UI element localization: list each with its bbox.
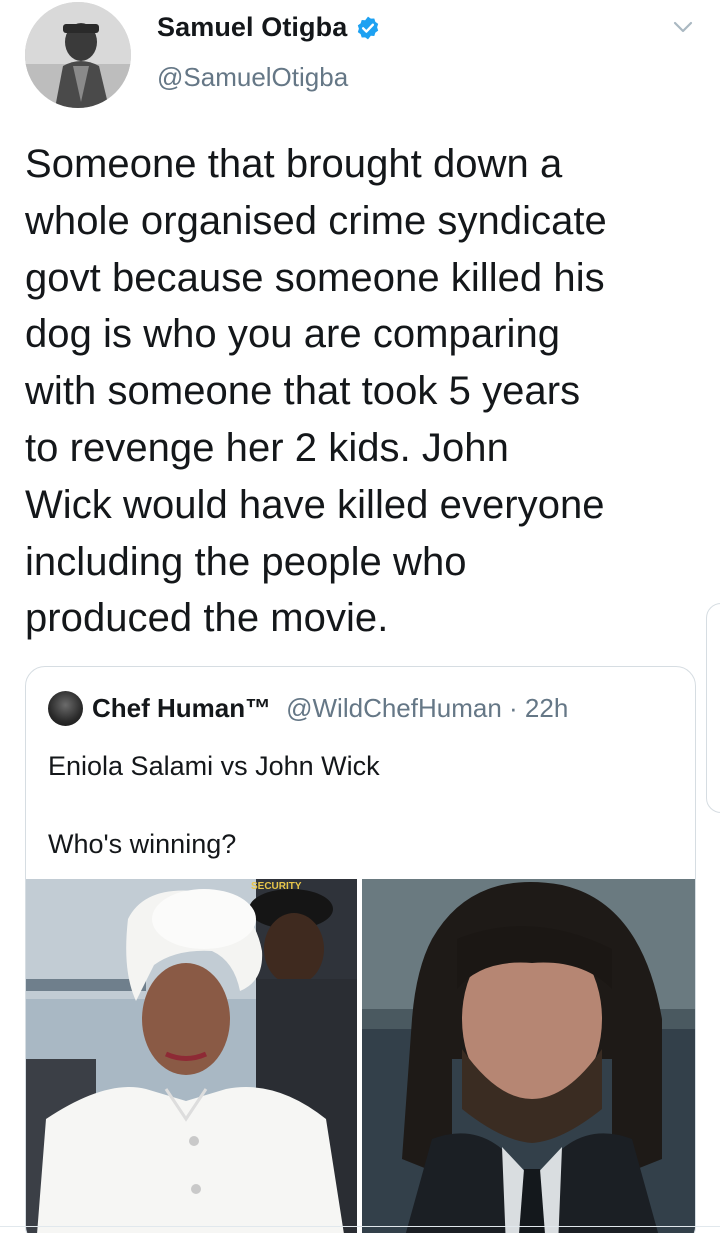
security-cap-text: SECURITY [251,881,302,892]
quoted-tweet-header: Chef Human™ @WildChefHuman · 22h [48,691,568,726]
tweet-screen: Samuel Otigba @SamuelOtigba Someone that… [0,0,720,1233]
quoted-tweet-text: Eniola Salami vs John Wick Who's winning… [48,751,380,859]
media-photo-left[interactable]: SECURITY [26,879,357,1233]
chevron-down-icon[interactable] [670,14,696,40]
quoted-tweet-card[interactable]: Chef Human™ @WildChefHuman · 22h Eniola … [25,666,696,1233]
quoted-handle: @WildChefHuman [286,693,502,723]
quoted-author-name: Chef Human™ [92,693,272,723]
quoted-timestamp: · 22h [509,693,569,723]
man-with-long-wet-hair-photo [362,879,695,1233]
woman-in-white-headwrap-photo: SECURITY [26,879,357,1233]
author-display-name[interactable]: Samuel Otigba [157,12,347,43]
author-avatar[interactable] [25,2,131,108]
tweet-text: Someone that brought down a whole organi… [25,142,607,641]
profile-photo-icon [25,2,131,108]
media-photo-right[interactable] [362,879,695,1233]
verified-badge-icon [358,16,379,39]
quoted-author-avatar [48,691,83,726]
bottom-divider [0,1226,720,1227]
author-name-row: Samuel Otigba [157,12,381,43]
side-scroll-edge[interactable] [706,603,720,813]
author-handle[interactable]: @SamuelOtigba [157,62,348,93]
quoted-media-grid: SECURITY [26,879,695,1233]
quoted-author-handle: @WildChefHuman · 22h [286,693,568,724]
